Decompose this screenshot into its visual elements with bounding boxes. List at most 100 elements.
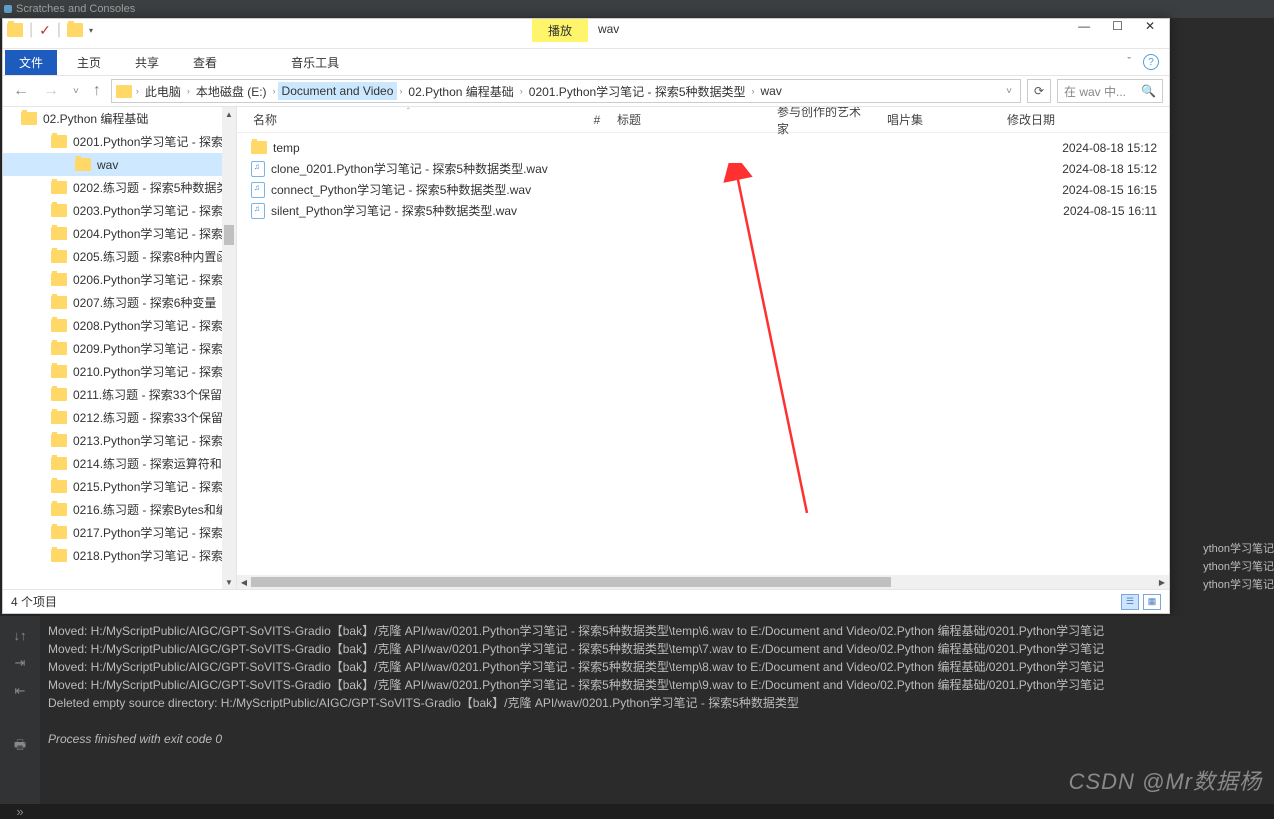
sidebar-item[interactable]: 0218.Python学习笔记 - 探索标准库 <box>3 544 236 567</box>
breadcrumb-item[interactable]: 本地磁盘 (E:) <box>192 81 271 102</box>
sidebar-item-label: 0206.Python学习笔记 - 探索流程控制 <box>73 271 237 288</box>
console-line: Moved: H:/MyScriptPublic/AIGC/GPT-SoVITS… <box>48 676 1266 694</box>
sidebar-item[interactable]: 0205.练习题 - 探索8种内置函数 <box>3 245 236 268</box>
ribbon-tab-home[interactable]: 主页 <box>63 50 115 75</box>
scrollbar-thumb[interactable] <box>224 225 234 245</box>
nav-forward-button[interactable]: → <box>39 82 63 100</box>
file-date: 2024-08-15 16:15 <box>1062 183 1169 197</box>
folder-icon[interactable] <box>67 23 83 37</box>
step-icon[interactable]: ⇤ <box>12 684 28 698</box>
stop-icon[interactable]: ⇥ <box>12 656 28 670</box>
ribbon-collapse-icon[interactable]: ˇ <box>1121 56 1137 68</box>
details-view-button[interactable]: ☰ <box>1121 594 1139 610</box>
console-line: Moved: H:/MyScriptPublic/AIGC/GPT-SoVITS… <box>48 640 1266 658</box>
maximize-button[interactable]: ☐ <box>1112 19 1123 33</box>
scrollbar-thumb[interactable] <box>251 577 891 587</box>
icons-view-button[interactable]: ▦ <box>1143 594 1161 610</box>
sidebar-item[interactable]: 0214.练习题 - 探索运算符和表达式 <box>3 452 236 475</box>
sidebar-item[interactable]: wav <box>3 153 236 176</box>
sidebar-item[interactable]: 0211.练习题 - 探索33个保留字 <box>3 383 236 406</box>
sidebar-item-label: 0202.练习题 - 探索5种数据类型 <box>73 179 237 196</box>
chevron-right-icon[interactable]: › <box>520 86 523 96</box>
sidebar-item[interactable]: 0215.Python学习笔记 - 探索异常 <box>3 475 236 498</box>
scroll-right-icon[interactable]: ▶ <box>1155 578 1169 587</box>
chevron-down-icon[interactable]: ˅ <box>69 86 83 97</box>
chevron-right-icon[interactable]: › <box>752 86 755 96</box>
sidebar-item[interactable]: 0216.练习题 - 探索Bytes和编码 <box>3 498 236 521</box>
breadcrumb-item[interactable]: wav <box>757 82 786 100</box>
scroll-down-icon[interactable]: ▼ <box>222 575 236 589</box>
col-album[interactable]: 唱片集 <box>867 111 967 128</box>
rerun-icon[interactable]: ↓↑ <box>12 628 28 642</box>
check-icon[interactable]: ✓ <box>39 22 51 39</box>
drive-icon[interactable] <box>116 85 132 98</box>
folder-icon <box>51 526 67 539</box>
file-date: 2024-08-18 15:12 <box>1062 141 1169 155</box>
table-row[interactable]: connect_Python学习笔记 - 探索5种数据类型.wav2024-08… <box>237 179 1169 200</box>
scrollbar-vertical[interactable]: ▲ ▼ <box>222 107 236 589</box>
sidebar-item[interactable]: 02.Python 编程基础 <box>3 107 236 130</box>
watermark: CSDN @Mr数据杨 <box>1069 764 1262 796</box>
table-row[interactable]: clone_0201.Python学习笔记 - 探索5种数据类型.wav2024… <box>237 158 1169 179</box>
chevron-down-icon[interactable]: ˅ <box>1002 86 1016 97</box>
nav-up-button[interactable]: ↑ <box>89 82 105 100</box>
text-fragment: ython学习笔记 <box>1203 558 1274 576</box>
close-button[interactable]: ✕ <box>1145 19 1155 33</box>
expand-icon[interactable]: » <box>12 804 28 818</box>
ide-righthand-text: ython学习笔记 ython学习笔记 ython学习笔记 <box>1203 540 1274 594</box>
sidebar-item[interactable]: 0212.练习题 - 探索33个保留字 <box>3 406 236 429</box>
breadcrumb-item[interactable]: 此电脑 <box>141 81 185 102</box>
sidebar-item-label: 0213.Python学习笔记 - 探索文件 <box>73 432 237 449</box>
nav-tree[interactable]: 02.Python 编程基础 0201.Python学习笔记 - 探索5种数据类型… <box>3 107 237 589</box>
chevron-right-icon[interactable]: › <box>136 86 139 96</box>
chevron-right-icon[interactable]: › <box>273 86 276 96</box>
nav-back-button[interactable]: ← <box>9 82 33 100</box>
scrollbar-horizontal[interactable]: ◀ ▶ <box>237 575 1169 589</box>
col-title[interactable]: 标题 <box>617 111 777 128</box>
sidebar-item[interactable]: 0213.Python学习笔记 - 探索文件 <box>3 429 236 452</box>
col-num[interactable]: # <box>577 113 617 127</box>
chevron-down-icon[interactable]: ▾ <box>89 26 93 35</box>
help-icon[interactable]: ? <box>1143 54 1159 70</box>
scroll-left-icon[interactable]: ◀ <box>237 578 251 587</box>
refresh-button[interactable]: ⟳ <box>1027 79 1051 103</box>
folder-icon <box>251 141 267 154</box>
breadcrumb-item[interactable]: Document and Video <box>278 82 398 100</box>
chevron-right-icon[interactable]: › <box>399 86 402 96</box>
sidebar-item[interactable]: 0207.练习题 - 探索6种变量 <box>3 291 236 314</box>
scroll-up-icon[interactable]: ▲ <box>222 107 236 121</box>
ribbon-tab-share[interactable]: 共享 <box>121 50 173 75</box>
search-input[interactable]: 在 wav 中... 🔍 <box>1057 79 1163 103</box>
table-row[interactable]: temp2024-08-18 15:12 <box>237 137 1169 158</box>
sort-indicator-icon: ˆ <box>407 107 410 116</box>
table-row[interactable]: silent_Python学习笔记 - 探索5种数据类型.wav2024-08-… <box>237 200 1169 221</box>
sidebar-item[interactable]: 0208.Python学习笔记 - 探索函数 <box>3 314 236 337</box>
breadcrumb-item[interactable]: 02.Python 编程基础 <box>404 81 517 102</box>
chevron-right-icon[interactable]: › <box>187 86 190 96</box>
audio-file-icon <box>251 161 265 177</box>
sidebar-item[interactable]: 0202.练习题 - 探索5种数据类型 <box>3 176 236 199</box>
sidebar-item[interactable]: 0201.Python学习笔记 - 探索5种数据类型 <box>3 130 236 153</box>
ribbon: 文件 主页 共享 查看 音乐工具 ˇ ? <box>3 49 1169 75</box>
file-list-pane: ˆ 名称 # 标题 参与创作的艺术家 唱片集 修改日期 temp2024-08-… <box>237 107 1169 589</box>
sidebar-item[interactable]: 0210.Python学习笔记 - 探索模块 <box>3 360 236 383</box>
play-context-tab[interactable]: 播放 <box>532 19 588 42</box>
titlebar[interactable]: | ✓ | ▾ 播放 wav — ☐ ✕ <box>3 19 1169 49</box>
ribbon-tab-view[interactable]: 查看 <box>179 50 231 75</box>
col-date[interactable]: 修改日期 <box>967 111 1087 128</box>
ribbon-tab-music-tools[interactable]: 音乐工具 <box>277 50 353 75</box>
print-icon[interactable]: 🖶 <box>12 740 28 754</box>
sidebar-item[interactable]: 0203.Python学习笔记 - 探索8种内置函数 <box>3 199 236 222</box>
sidebar-item-label: 0201.Python学习笔记 - 探索5种数据类型 <box>73 133 237 150</box>
column-headers[interactable]: ˆ 名称 # 标题 参与创作的艺术家 唱片集 修改日期 <box>237 107 1169 133</box>
minimize-button[interactable]: — <box>1078 19 1090 33</box>
breadcrumb-item[interactable]: 0201.Python学习笔记 - 探索5种数据类型 <box>525 81 750 102</box>
folder-icon <box>51 135 67 148</box>
ribbon-tab-file[interactable]: 文件 <box>5 50 57 75</box>
breadcrumb[interactable]: › 此电脑 › 本地磁盘 (E:) › Document and Video ›… <box>111 79 1021 103</box>
sidebar-item[interactable]: 0204.Python学习笔记 - 探索操作符 <box>3 222 236 245</box>
folder-icon[interactable] <box>7 23 23 37</box>
sidebar-item[interactable]: 0206.Python学习笔记 - 探索流程控制 <box>3 268 236 291</box>
sidebar-item[interactable]: 0209.Python学习笔记 - 探索类 <box>3 337 236 360</box>
sidebar-item[interactable]: 0217.Python学习笔记 - 探索正则 <box>3 521 236 544</box>
